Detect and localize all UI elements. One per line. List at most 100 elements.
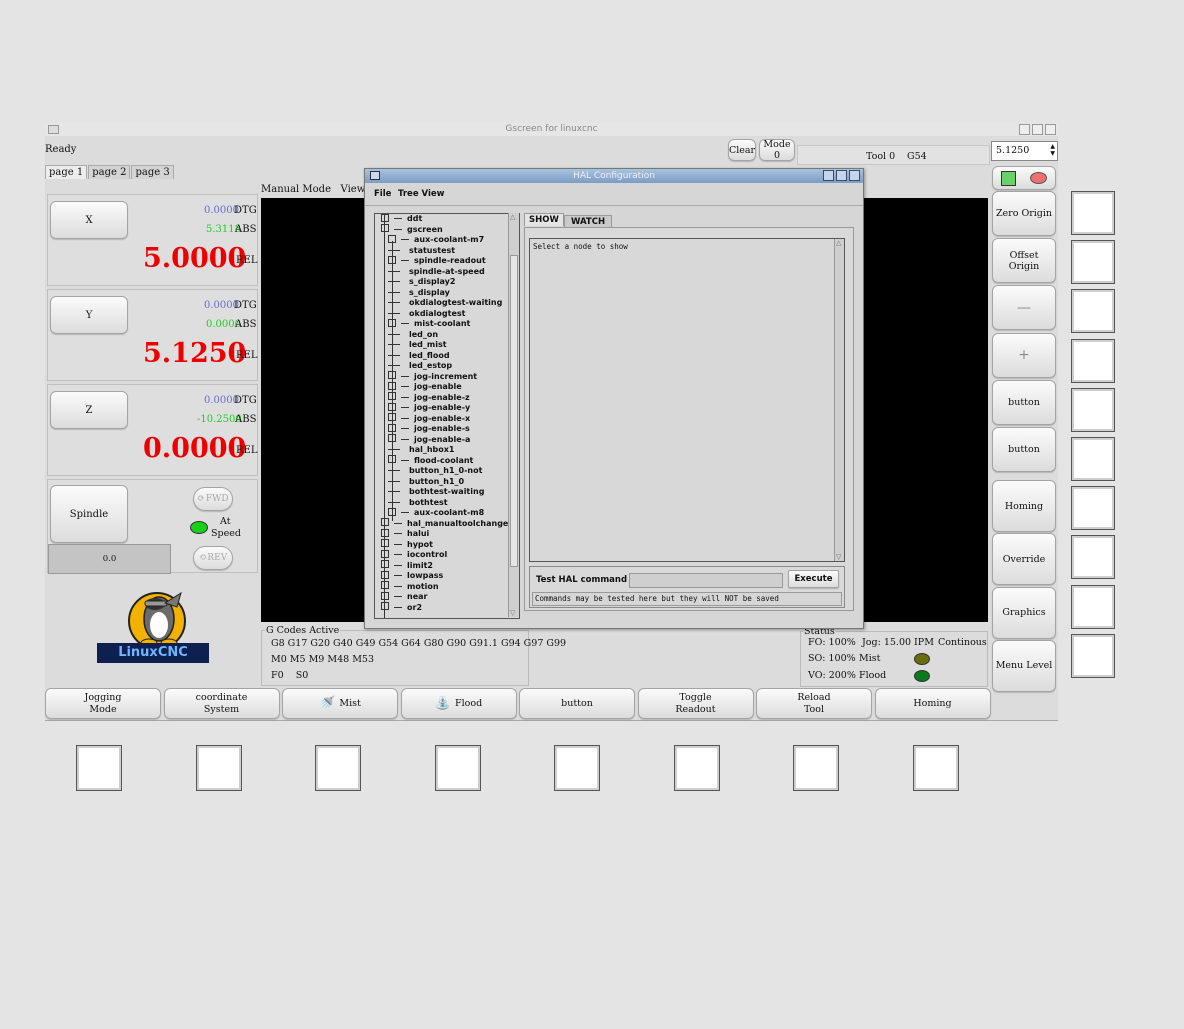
right-square-button[interactable] bbox=[1071, 486, 1115, 531]
tree-node[interactable]: jog-enable-y bbox=[388, 402, 470, 413]
bottom-square-button[interactable] bbox=[912, 745, 959, 791]
tree-node[interactable]: near bbox=[381, 591, 427, 602]
right-button-2[interactable]: — bbox=[992, 285, 1056, 331]
bottom-button-7[interactable]: Homing bbox=[874, 688, 991, 719]
show-scroll-down-icon[interactable]: ▽ bbox=[836, 553, 841, 561]
tree-node[interactable]: jog-enable-z bbox=[388, 392, 470, 403]
right-button-3[interactable]: + bbox=[992, 332, 1056, 378]
expander-icon[interactable] bbox=[381, 549, 389, 558]
bottom-button-1[interactable]: coordinate System bbox=[163, 688, 280, 719]
spindle-rev-button[interactable]: ⟲ REV bbox=[193, 546, 233, 570]
tree-node[interactable]: halui bbox=[381, 528, 429, 539]
menu-tree-view[interactable]: Tree View bbox=[398, 189, 445, 199]
expander-icon[interactable] bbox=[381, 591, 389, 600]
expander-icon[interactable] bbox=[388, 392, 396, 400]
bottom-button-3[interactable]: ⛲ Flood bbox=[400, 688, 517, 719]
right-button-4[interactable]: button bbox=[992, 379, 1056, 425]
test-command-input[interactable] bbox=[629, 573, 783, 588]
bottom-square-button[interactable] bbox=[793, 745, 839, 791]
tree-node[interactable]: motion bbox=[381, 581, 439, 592]
value-spinbox[interactable]: 5.1250 ▲ ▼ bbox=[991, 141, 1058, 161]
tree-node[interactable]: flood-coolant bbox=[388, 455, 473, 466]
mode-button[interactable]: Mode 0 bbox=[759, 139, 795, 161]
bottom-button-5[interactable]: Toggle Readout bbox=[637, 688, 754, 719]
spindle-button[interactable]: Spindle bbox=[50, 485, 128, 543]
show-text-area[interactable]: Select a node to show △ ▽ bbox=[529, 238, 845, 562]
right-square-button[interactable] bbox=[1071, 338, 1115, 383]
bottom-button-4[interactable]: button bbox=[519, 688, 635, 719]
expander-icon[interactable] bbox=[388, 434, 396, 442]
right-button-8[interactable]: Graphics bbox=[992, 586, 1056, 639]
bottom-button-6[interactable]: Reload Tool bbox=[756, 688, 872, 719]
tree-node[interactable]: okdialogtest-waiting bbox=[388, 298, 502, 308]
tab-page-3[interactable]: page 3 bbox=[131, 165, 174, 179]
axis-x-button[interactable]: X bbox=[50, 201, 128, 239]
tree-node[interactable]: aux-coolant-m8 bbox=[388, 507, 484, 518]
tree-node[interactable]: led_flood bbox=[388, 351, 450, 361]
spindle-fwd-button[interactable]: ⟳ FWD bbox=[193, 487, 233, 511]
tree-node[interactable]: led_estop bbox=[388, 361, 452, 371]
expander-icon[interactable] bbox=[381, 602, 389, 610]
execute-button[interactable]: Execute bbox=[788, 570, 839, 588]
tree-node[interactable]: bothtest-waiting bbox=[388, 487, 484, 497]
tab-page-2[interactable]: page 2 bbox=[88, 165, 131, 179]
tree-node[interactable]: jog-enable-a bbox=[388, 434, 470, 445]
scroll-thumb[interactable] bbox=[510, 255, 518, 567]
tree-node[interactable]: led_mist bbox=[388, 340, 447, 350]
scroll-up-icon[interactable]: △ bbox=[510, 213, 515, 221]
tree-node[interactable]: hypot bbox=[381, 539, 433, 550]
tree-node[interactable]: statustest bbox=[388, 246, 455, 256]
expander-icon[interactable] bbox=[388, 381, 396, 390]
spin-arrows-icon[interactable]: ▲ ▼ bbox=[1050, 143, 1055, 157]
axis-y-button[interactable]: Y bbox=[50, 296, 128, 334]
hal-window-menu-icon[interactable] bbox=[370, 171, 380, 180]
right-button-5[interactable]: button bbox=[992, 427, 1056, 472]
expander-icon[interactable] bbox=[381, 560, 389, 568]
hal-maximize-icon[interactable] bbox=[836, 170, 847, 181]
right-square-button[interactable] bbox=[1071, 584, 1115, 629]
hal-close-icon[interactable] bbox=[849, 170, 860, 181]
bottom-square-button[interactable] bbox=[434, 745, 481, 791]
expander-icon[interactable] bbox=[388, 507, 396, 516]
expander-icon[interactable] bbox=[388, 423, 396, 432]
expander-icon[interactable] bbox=[388, 255, 396, 264]
tree-node[interactable]: jog-enable-x bbox=[388, 413, 470, 424]
bottom-button-0[interactable]: Jogging Mode bbox=[45, 688, 161, 719]
tree-node[interactable]: spindle-at-speed bbox=[388, 267, 485, 277]
tree-node[interactable]: okdialogtest bbox=[388, 309, 465, 319]
tree-node[interactable]: gscreen bbox=[381, 224, 443, 235]
tree-node[interactable]: aux-coolant-m7 bbox=[388, 234, 484, 245]
tree-node[interactable]: led_on bbox=[388, 330, 438, 340]
expander-icon[interactable] bbox=[381, 214, 389, 222]
tree-node[interactable]: hal_manualtoolchange bbox=[381, 518, 508, 529]
clear-button[interactable]: Clear bbox=[728, 139, 756, 161]
right-button-7[interactable]: Override bbox=[992, 533, 1056, 586]
right-button-1[interactable]: Offset Origin bbox=[992, 238, 1056, 284]
tree-node[interactable]: jog-enable-s bbox=[388, 423, 470, 434]
tree-node[interactable]: s_display2 bbox=[388, 277, 455, 287]
axis-z-button[interactable]: Z bbox=[50, 391, 128, 429]
close-icon[interactable] bbox=[1045, 124, 1056, 135]
show-scroll-up-icon[interactable]: △ bbox=[836, 239, 841, 247]
expander-icon[interactable] bbox=[388, 413, 396, 421]
tree-node[interactable]: or2 bbox=[381, 602, 422, 613]
right-button-6[interactable]: Homing bbox=[992, 480, 1056, 533]
tree-node[interactable]: s_display bbox=[388, 288, 450, 298]
right-square-button[interactable] bbox=[1071, 191, 1115, 235]
hal-minimize-icon[interactable] bbox=[823, 170, 834, 181]
tree-node[interactable]: mist-coolant bbox=[388, 318, 470, 329]
minimize-icon[interactable] bbox=[1019, 124, 1030, 135]
expander-icon[interactable] bbox=[388, 318, 396, 327]
expander-icon[interactable] bbox=[381, 581, 389, 589]
tree-node[interactable]: ddt bbox=[381, 214, 422, 224]
expander-icon[interactable] bbox=[381, 224, 389, 232]
show-scrollbar[interactable]: △ ▽ bbox=[834, 239, 844, 561]
bottom-button-2[interactable]: 🚿 Mist bbox=[282, 688, 398, 719]
expander-icon[interactable] bbox=[388, 455, 396, 463]
tree-node[interactable]: jog-enable bbox=[388, 381, 462, 392]
tree-node[interactable]: button_h1_0 bbox=[388, 477, 464, 487]
window-menu-icon[interactable] bbox=[48, 125, 59, 134]
tree-node[interactable]: spindle-readout bbox=[388, 255, 486, 266]
right-square-button[interactable] bbox=[1071, 437, 1115, 481]
bottom-square-button[interactable] bbox=[315, 745, 361, 791]
